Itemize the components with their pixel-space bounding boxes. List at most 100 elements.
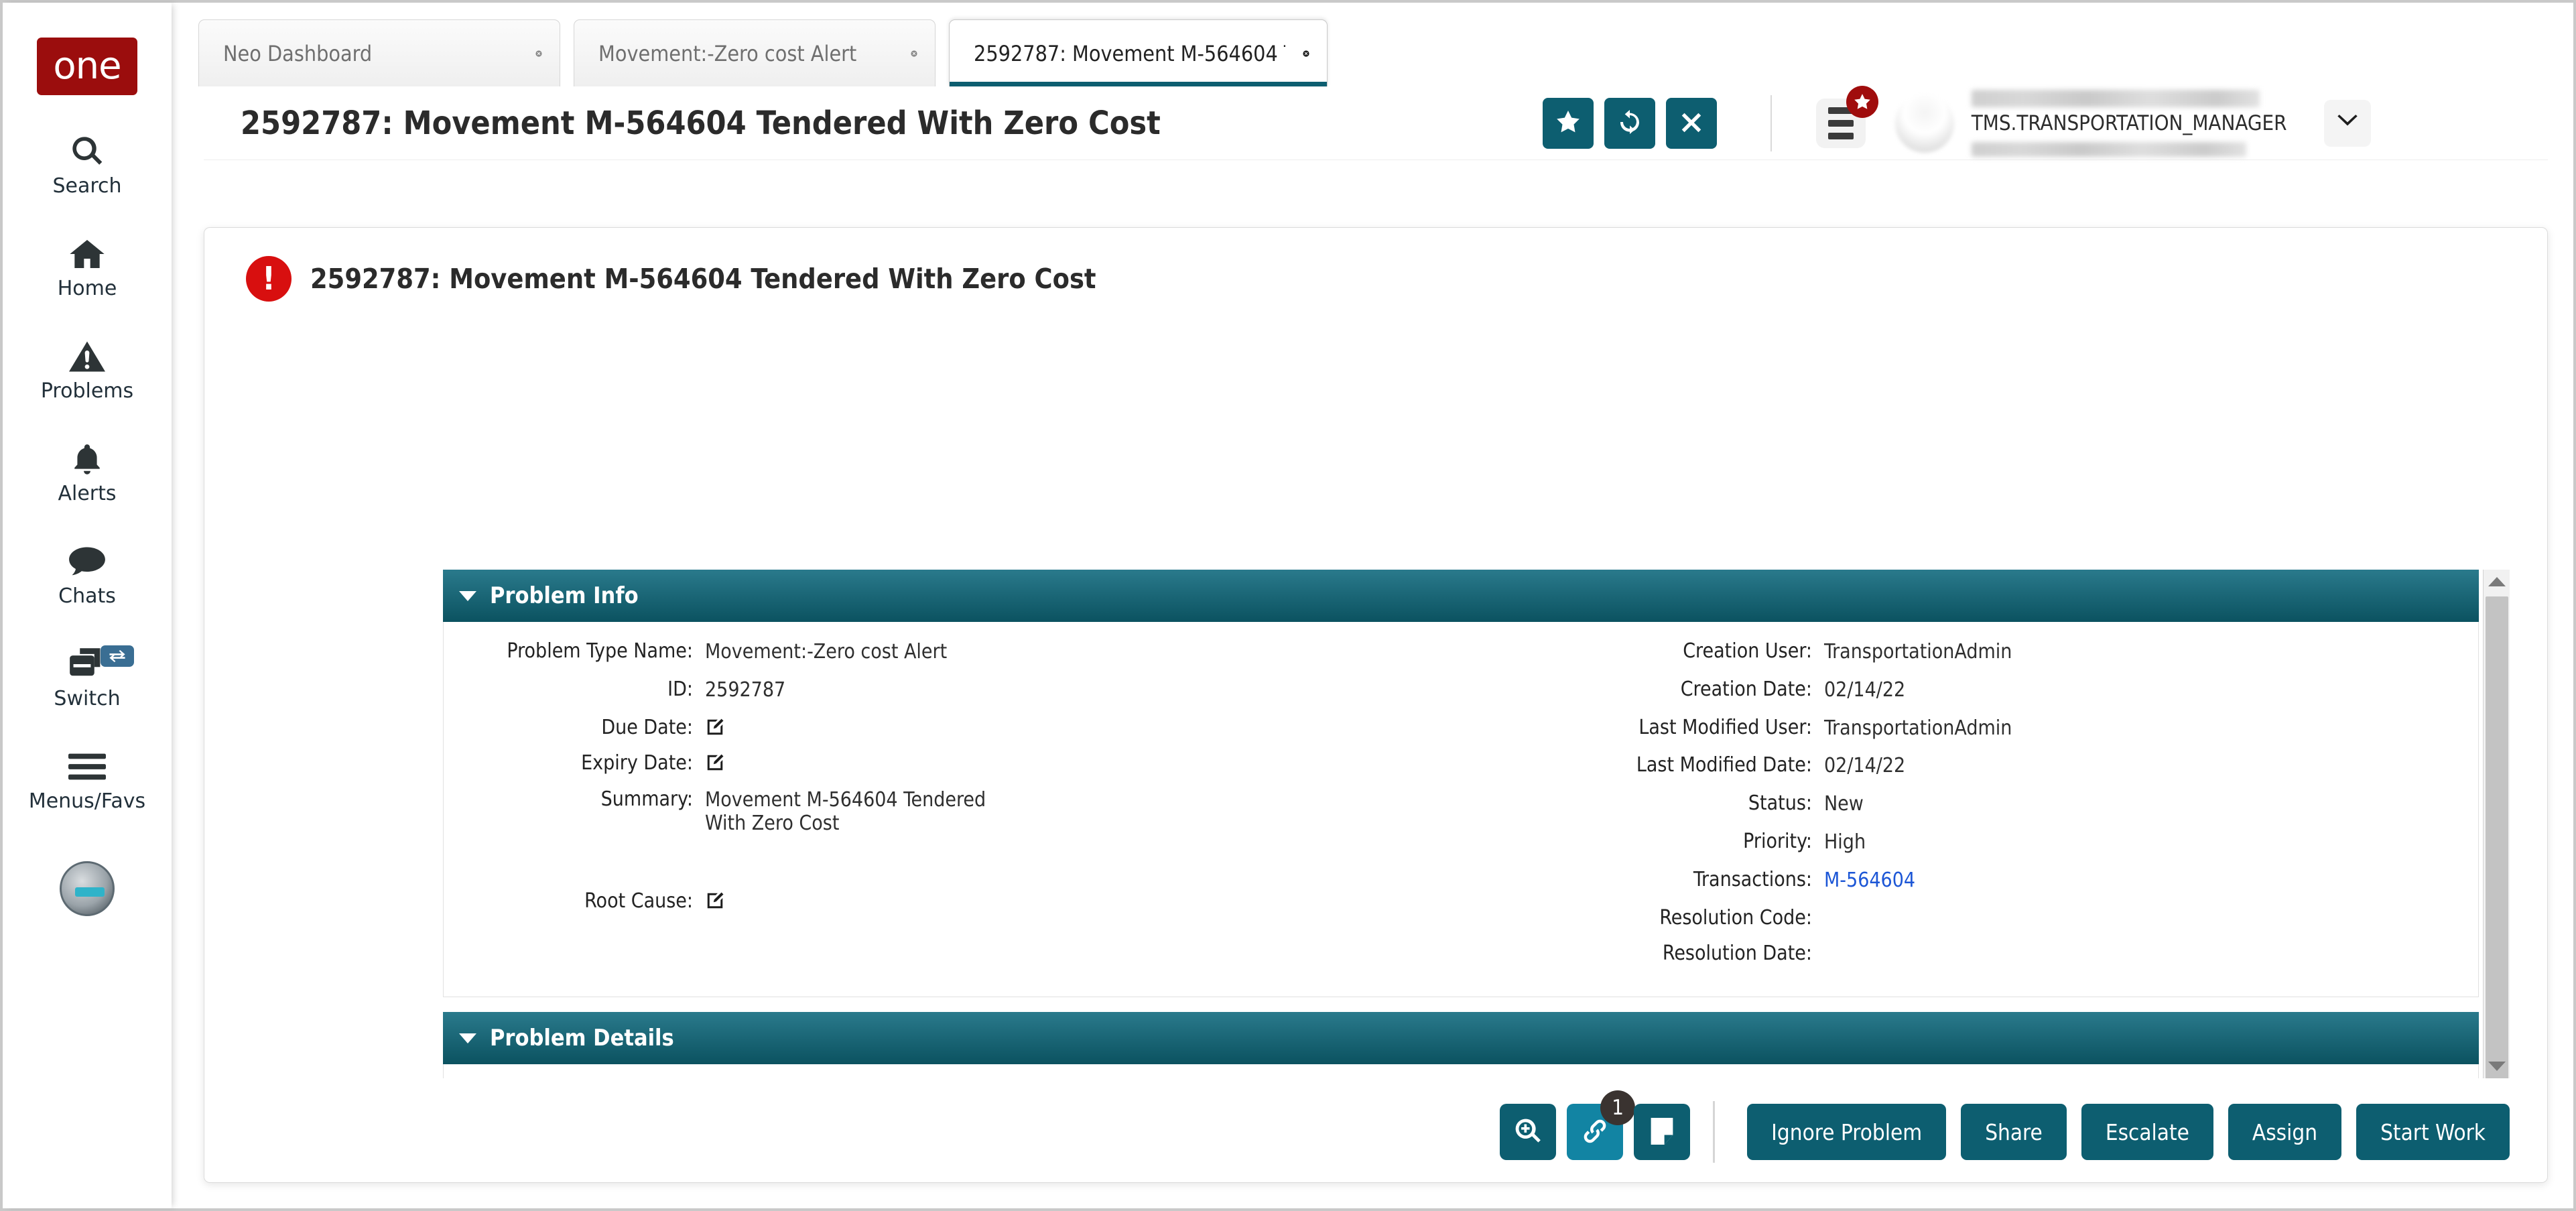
switch-arrows-badge[interactable]	[101, 645, 134, 667]
section-title: Problem Details	[490, 1025, 674, 1051]
field-value: 02/14/22	[1824, 679, 1905, 702]
user-menu-button[interactable]	[2324, 100, 2371, 147]
field-id: ID: 2592787	[444, 679, 1040, 702]
star-icon	[1555, 109, 1582, 137]
sidebar-item-label: Home	[58, 277, 117, 300]
sidebar-item-chats[interactable]: Chats	[3, 544, 172, 608]
share-button[interactable]: Share	[1961, 1104, 2067, 1160]
field-value: Movement:-Zero cost Alert	[705, 641, 947, 664]
notes-button[interactable]	[1634, 1104, 1690, 1160]
user-fullname-redacted	[1972, 90, 2260, 107]
status-badge: New	[1824, 793, 1864, 816]
field-value: 2592787	[705, 679, 785, 702]
field-label: ID:	[444, 679, 705, 700]
vertical-scrollbar[interactable]	[2483, 570, 2510, 1078]
section-header-problem-details[interactable]: Problem Details	[443, 1012, 2479, 1064]
action-footer: 1 Ignore Problem Share Escalate Assign S…	[204, 1082, 2547, 1182]
sidebar-item-home[interactable]: Home	[3, 237, 172, 300]
scrollbar-thumb[interactable]	[2486, 596, 2508, 1078]
tab-neo-dashboard[interactable]: Neo Dashboard	[198, 19, 560, 86]
sidebar-item-label: Chats	[58, 584, 116, 608]
field-label: Priority:	[1536, 831, 1824, 852]
section-body-problem-info: Problem Type Name: Movement:-Zero cost A…	[443, 622, 2479, 997]
field-creation-user: Creation User: TransportationAdmin	[1536, 641, 2139, 664]
bell-icon	[70, 442, 104, 476]
chevron-down-icon	[459, 591, 476, 601]
field-expiry-date: Expiry Date:	[444, 753, 1040, 774]
field-spacer	[444, 850, 1040, 891]
field-label: Resolution Code:	[1536, 907, 1824, 929]
sidebar-item-problems[interactable]: Problems	[3, 339, 172, 403]
field-label: Status:	[1536, 793, 1824, 814]
field-label: Expiry Date:	[444, 753, 705, 774]
chevron-down-icon	[2336, 114, 2359, 132]
field-status: Status: New	[1536, 793, 2139, 816]
alert-title: 2592787: Movement M-564604 Tendered With…	[310, 263, 1096, 295]
home-icon	[68, 237, 106, 271]
close-x-icon	[1679, 109, 1704, 137]
zoom-search-button[interactable]	[1500, 1104, 1556, 1160]
field-label: Creation User:	[1536, 641, 1824, 662]
field-value: Movement M-564604 Tendered With Zero Cos…	[705, 789, 986, 836]
field-priority: Priority: High	[1536, 831, 2139, 854]
field-resolution-code: Resolution Code:	[1536, 907, 2139, 929]
field-creation-date: Creation Date: 02/14/22	[1536, 679, 2139, 702]
transaction-link[interactable]: M-564604	[1824, 869, 1915, 893]
hamburger-icon	[68, 749, 106, 784]
field-due-date: Due Date:	[444, 717, 1040, 739]
footer-divider	[1713, 1101, 1715, 1163]
edit-pencil-icon[interactable]	[705, 891, 725, 911]
sidebar-item-menus-favs[interactable]: Menus/Favs	[3, 749, 172, 813]
close-icon[interactable]	[893, 42, 917, 66]
ignore-problem-button[interactable]: Ignore Problem	[1747, 1104, 1946, 1160]
edit-pencil-icon[interactable]	[705, 753, 725, 773]
form-scroll-region: Problem Info Problem Type Name: Movement…	[443, 570, 2510, 1078]
escalate-button[interactable]: Escalate	[2081, 1104, 2213, 1160]
refresh-button[interactable]	[1604, 98, 1655, 149]
field-value: High	[1824, 831, 1866, 854]
alert-header: ! 2592787: Movement M-564604 Tendered Wi…	[204, 228, 2547, 302]
avatar[interactable]	[1895, 94, 1954, 153]
tab-movement-zero-cost-alert[interactable]: Movement:-Zero cost Alert	[574, 19, 936, 86]
edit-pencil-icon[interactable]	[705, 717, 725, 737]
field-value: TransportationAdmin	[1824, 717, 2012, 741]
exclamation-icon: !	[246, 256, 292, 302]
problem-info-left-column: Problem Type Name: Movement:-Zero cost A…	[444, 641, 1040, 979]
sidebar-item-label: Menus/Favs	[29, 789, 145, 813]
field-problem-type-name: Problem Type Name: Movement:-Zero cost A…	[444, 641, 1040, 664]
field-label: Creation Date:	[1536, 679, 1824, 700]
field-label: Transactions:	[1536, 869, 1824, 891]
tab-problem-2592787[interactable]: 2592787: Movement M-564604 T...	[949, 19, 1328, 86]
field-root-cause: Root Cause:	[444, 891, 1040, 912]
sidebar-item-label: Alerts	[58, 482, 116, 505]
favorite-button[interactable]	[1543, 98, 1594, 149]
start-work-button[interactable]: Start Work	[2356, 1104, 2510, 1160]
tab-label: Movement:-Zero cost Alert	[598, 41, 856, 66]
assign-button[interactable]: Assign	[2228, 1104, 2341, 1160]
sidebar-item-search[interactable]: Search	[3, 134, 172, 198]
field-value: TransportationAdmin	[1824, 641, 2012, 664]
section-header-problem-info[interactable]: Problem Info	[443, 570, 2479, 622]
close-icon[interactable]	[518, 42, 542, 66]
sidebar-item-alerts[interactable]: Alerts	[3, 442, 172, 505]
sidebar-avatar[interactable]	[60, 861, 115, 916]
sidebar-item-switch[interactable]: Switch	[3, 647, 172, 710]
header-divider	[1770, 95, 1772, 151]
field-label: Last Modified User:	[1536, 717, 1824, 739]
field-label: Due Date:	[444, 717, 705, 739]
scroll-down-arrow-icon[interactable]	[2484, 1054, 2510, 1078]
links-button[interactable]: 1	[1567, 1104, 1623, 1160]
menus-favs-button[interactable]	[1816, 99, 1866, 148]
section-body-problem-details: Movement No: M-564604 Qt/Wt/Volume: Firs…	[443, 1064, 2479, 1078]
field-summary: Summary: Movement M-564604 Tendered With…	[444, 789, 1040, 836]
one-logo[interactable]: one	[37, 38, 137, 95]
scroll-up-arrow-icon[interactable]	[2484, 570, 2510, 594]
field-last-modified-user: Last Modified User: TransportationAdmin	[1536, 717, 2139, 741]
close-button[interactable]	[1666, 98, 1717, 149]
sidebar-item-label: Switch	[54, 687, 120, 710]
field-label: Last Modified Date:	[1536, 755, 1824, 776]
search-icon	[70, 134, 105, 169]
problem-detail-card: ! 2592787: Movement M-564604 Tendered Wi…	[204, 227, 2548, 1183]
field-transactions: Transactions: M-564604	[1536, 869, 2139, 893]
close-icon[interactable]	[1285, 42, 1309, 66]
